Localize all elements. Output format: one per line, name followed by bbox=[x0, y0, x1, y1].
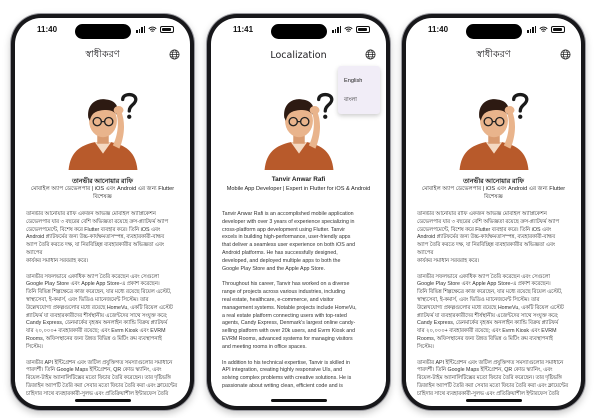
phone-frame-bengali-left: 11:40 স্বাধীকরণ তানভীর আনোয়ার রাফি মোবা… bbox=[11, 14, 194, 410]
status-time: 11:40 bbox=[428, 24, 449, 34]
status-bar: 11:40 bbox=[406, 18, 581, 40]
signal-icon bbox=[136, 25, 145, 33]
developer-role: Mobile App Developer | Expert in Flutter… bbox=[226, 186, 371, 192]
wifi-icon bbox=[539, 26, 548, 32]
bio-paragraph: তানভীর আনোয়ার রাফি একজন অভিজ্ঞ মোবাইল অ… bbox=[417, 211, 560, 264]
battery-icon bbox=[356, 25, 370, 33]
bio-paragraph: তানভীর API ইন্টিগ্রেশন এবং জটিল প্রযুক্ত… bbox=[26, 359, 178, 397]
bio-paragraph: তানভীর API ইন্টিগ্রেশন এবং জটিল প্রযুক্ত… bbox=[417, 359, 569, 397]
developer-name: Tanvir Anwar Rafi bbox=[271, 176, 326, 183]
confused-man-illustration bbox=[62, 88, 144, 170]
page-title: স্বাধীকরণ bbox=[85, 48, 120, 60]
phone-frame-bengali-right: 11:40 স্বাধীকরণ তানভীর আনোয়ার রাফি মোবা… bbox=[402, 14, 585, 410]
menu-item-english[interactable]: English bbox=[338, 74, 380, 92]
home-indicator[interactable] bbox=[465, 399, 522, 402]
battery-icon bbox=[551, 25, 565, 33]
page-title: Localization bbox=[270, 49, 327, 61]
app-screen: 11:40 স্বাধীকরণ তানভীর আনোয়ার রাফি মোবা… bbox=[15, 18, 190, 406]
app-screen: 11:40 স্বাধীকরণ তানভীর আনোয়ার রাফি মোবা… bbox=[406, 18, 581, 406]
confused-man-illustration bbox=[453, 88, 535, 170]
home-indicator[interactable] bbox=[270, 399, 327, 402]
signal-icon bbox=[332, 25, 341, 33]
globe-language-icon[interactable] bbox=[169, 49, 180, 60]
language-menu: English বাংলা bbox=[338, 66, 380, 114]
confused-man-illustration bbox=[258, 88, 340, 170]
status-time: 11:40 bbox=[37, 24, 58, 34]
home-indicator[interactable] bbox=[74, 399, 131, 402]
bio-paragraph: তানভীর সফলভাবে একাধিক অ্যাপ তৈরি করেছেন … bbox=[26, 273, 173, 350]
page-title: স্বাধীকরণ bbox=[476, 48, 511, 60]
phone-frame-english-center: 11:41 Localization Tanvir Anwar Rafi Mob… bbox=[207, 14, 390, 410]
status-bar: 11:41 bbox=[211, 18, 386, 40]
app-bar: স্বাধীকরণ bbox=[406, 44, 581, 66]
bio-paragraph: In addition to his technical expertise, … bbox=[222, 359, 352, 389]
globe-language-icon[interactable] bbox=[560, 49, 571, 60]
developer-role: মোবাইল অ্যাপ ডেভেলপার | iOS এবং Android … bbox=[421, 186, 566, 200]
app-screen: 11:41 Localization Tanvir Anwar Rafi Mob… bbox=[211, 18, 386, 406]
bio-paragraph: Tanvir Anwar Rafi is an accomplished mob… bbox=[222, 211, 356, 272]
signal-icon bbox=[527, 25, 536, 33]
wifi-icon bbox=[148, 26, 157, 32]
menu-item-bangla[interactable]: বাংলা bbox=[338, 92, 380, 110]
battery-icon bbox=[160, 25, 174, 33]
app-bar: Localization bbox=[211, 44, 386, 66]
bio-section: Tanvir Anwar Rafi is an accomplished mob… bbox=[222, 211, 377, 406]
bio-paragraph: তানভীর আনোয়ার রাফি একজন অভিজ্ঞ মোবাইল অ… bbox=[26, 211, 169, 264]
developer-role: মোবাইল অ্যাপ ডেভেলপার | iOS এবং Android … bbox=[30, 186, 175, 200]
wifi-icon bbox=[344, 26, 353, 32]
app-bar: স্বাধীকরণ bbox=[15, 44, 190, 66]
globe-language-icon[interactable] bbox=[365, 49, 376, 60]
status-time: 11:41 bbox=[233, 24, 254, 34]
status-bar: 11:40 bbox=[15, 18, 190, 40]
bio-paragraph: Throughout his career, Tanvir has worked… bbox=[222, 281, 357, 350]
bio-paragraph: তানভীর সফলভাবে একাধিক অ্যাপ তৈরি করেছেন … bbox=[417, 273, 564, 350]
bio-section: তানভীর আনোয়ার রাফি একজন অভিজ্ঞ মোবাইল অ… bbox=[26, 211, 181, 406]
bio-section: তানভীর আনোয়ার রাফি একজন অভিজ্ঞ মোবাইল অ… bbox=[417, 211, 572, 406]
